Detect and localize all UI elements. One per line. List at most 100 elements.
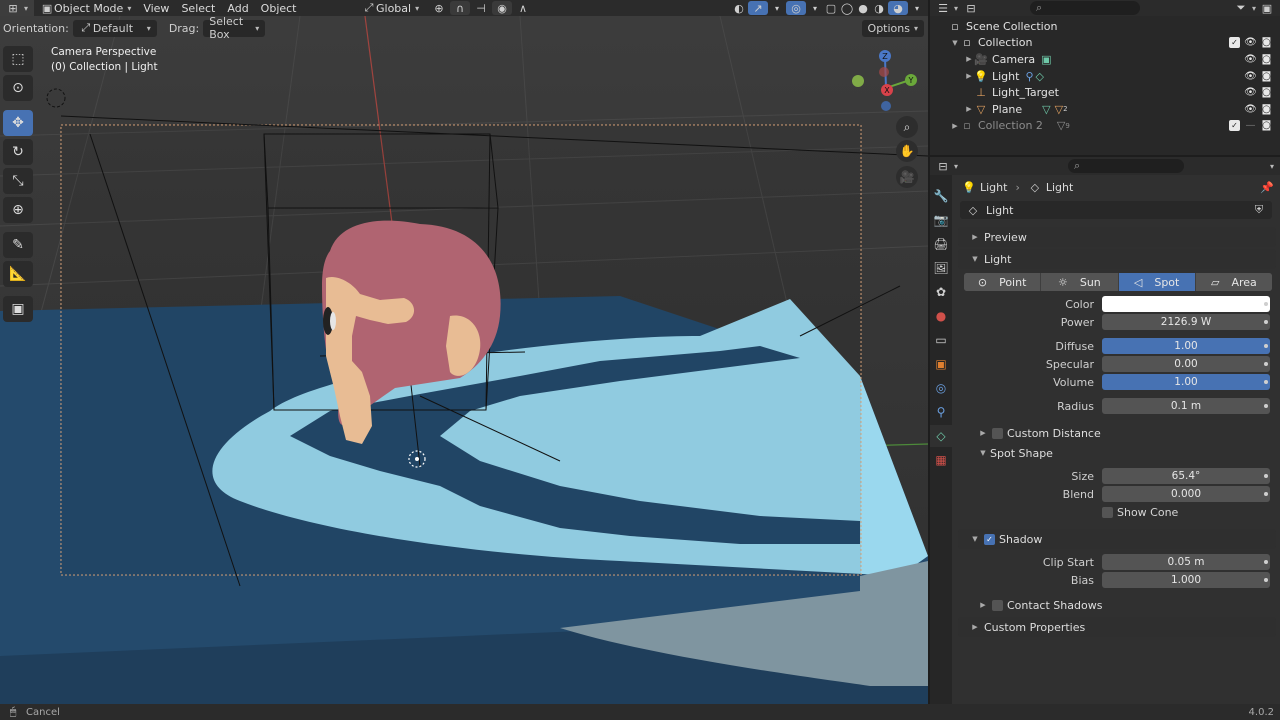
keyframe-dot-icon[interactable] [1264,344,1268,348]
menu-add[interactable]: Add [221,0,254,16]
outliner-search-input[interactable]: ⌕ [1030,1,1141,15]
expand-triangle-icon[interactable]: ▶ [950,122,960,130]
panel-custom-properties[interactable]: ▶ Custom Properties [958,617,1276,637]
transform-tool[interactable]: ⊕ [3,197,33,223]
show-cone-checkbox[interactable] [1102,506,1113,518]
scale-tool[interactable]: ⤡ [3,168,33,194]
panel-shadow[interactable]: ▼ ✓ Shadow [958,529,1276,549]
add-cube-tool[interactable]: ▣ [3,296,33,322]
keyframe-dot-icon[interactable] [1264,492,1268,496]
wireframe-shading-icon[interactable]: ◯ [840,1,854,15]
render-camera-icon[interactable]: ◙ [1261,87,1272,98]
keyframe-dot-icon[interactable] [1264,302,1268,306]
chevron-down-icon[interactable]: ▾ [1252,4,1256,13]
editor-type-button[interactable]: ⊞ ▾ [0,0,35,16]
contact-shadows-checkbox[interactable] [992,599,1003,611]
keyframe-dot-icon[interactable] [1264,404,1268,408]
light-type-sun[interactable]: ☼ Sun [1041,273,1119,291]
select-box-tool[interactable]: ⬚ [3,46,33,72]
options-dropdown[interactable]: Options ▾ [861,19,924,37]
outliner-row-scene-collection[interactable]: ▫ Scene Collection [930,18,1280,35]
eye-icon[interactable]: 👁 [1244,104,1257,115]
subpanel-contact-shadows[interactable]: ▶ Contact Shadows [954,595,1280,615]
chevron-down-icon[interactable]: ▾ [954,4,958,13]
eye-hidden-icon[interactable]: — [1245,120,1256,131]
properties-search-input[interactable]: ⌕ [1068,159,1185,173]
expand-triangle-icon[interactable]: ▶ [964,55,974,63]
outliner-row-collection-2[interactable]: ▶ ▫ Collection 2 ▽ 9 ✓ — ◙ [930,118,1280,135]
render-camera-icon[interactable]: ◙ [1261,71,1272,82]
cursor-tool[interactable]: ⊙ [3,75,33,101]
move-tool[interactable]: ✥ [3,110,33,136]
zoom-button[interactable]: ⌕ [896,116,918,138]
display-mode-icon[interactable]: ⊟ [964,1,978,15]
menu-view[interactable]: View [137,0,175,16]
color-swatch[interactable] [1102,296,1270,312]
collection-enable-checkbox[interactable]: ✓ [1229,37,1240,49]
eye-icon[interactable]: 👁 [1244,71,1257,82]
keyframe-dot-icon[interactable] [1264,560,1268,564]
properties-editor-icon[interactable]: ⊟ [936,159,950,173]
rendered-shading-toggle[interactable]: ◕ [888,1,908,15]
chevron-down-icon[interactable]: ▾ [770,1,784,15]
eye-icon[interactable]: 👁 [1244,37,1257,48]
radius-field[interactable]: 0.1 m [1102,398,1270,414]
mode-dropdown[interactable]: ▣ Object Mode ▾ [34,0,137,16]
3d-viewport[interactable]: Camera Perspective (0) Collection | Ligh… [0,16,928,704]
tab-physics[interactable]: ◎ [930,377,952,399]
keyframe-dot-icon[interactable] [1264,578,1268,582]
specular-slider[interactable]: 0.00 [1102,356,1270,372]
annotate-tool[interactable]: ✎ [3,232,33,258]
volume-slider[interactable]: 1.00 [1102,374,1270,390]
tab-scene[interactable]: ✿ [930,281,952,303]
render-camera-icon[interactable]: ◙ [1261,37,1272,48]
measure-tool[interactable]: 📐 [3,261,33,287]
orientation-dropdown[interactable]: ⤢ Default ▾ [72,19,157,37]
outliner-row-light-target[interactable]: ⊥ Light_Target 👁 ◙ [930,84,1280,101]
keyframe-dot-icon[interactable] [1264,380,1268,384]
menu-object[interactable]: Object [255,0,303,16]
eye-icon[interactable]: 👁 [1244,54,1257,65]
subpanel-custom-distance[interactable]: ▶ Custom Distance [954,423,1280,443]
bias-field[interactable]: 1.000 [1102,572,1270,588]
render-camera-icon[interactable]: ◙ [1261,104,1272,115]
blend-field[interactable]: 0.000 [1102,486,1270,502]
tab-world[interactable]: ● [930,305,952,327]
tab-collection[interactable]: ▭ [930,329,952,351]
overlay-toggle[interactable]: ◎ [786,1,806,15]
visibility-icon[interactable]: ◐ [732,1,746,15]
pan-button[interactable]: ✋ [896,140,918,162]
outliner-row-camera[interactable]: ▶ 🎥 Camera ▣ 👁 ◙ [930,51,1280,68]
light-type-point[interactable]: ⊙ Point [964,273,1042,291]
render-camera-icon[interactable]: ◙ [1261,120,1272,131]
tab-constraints[interactable]: ⚲ [930,401,952,423]
keyframe-dot-icon[interactable] [1264,474,1268,478]
render-camera-icon[interactable]: ◙ [1261,54,1272,65]
gizmo-toggle[interactable]: ↗ [748,1,768,15]
chevron-down-icon[interactable]: ▾ [1270,162,1274,171]
drag-dropdown[interactable]: Select Box ▾ [203,15,266,41]
panel-light[interactable]: ▼ Light [958,249,1276,269]
falloff-icon[interactable]: ∧ [516,1,530,15]
tab-render[interactable]: 📷 [930,209,952,231]
pin-icon[interactable]: 📌 [1260,180,1274,194]
outliner-row-collection[interactable]: ▼ ▫ Collection ✓ 👁 ◙ [930,35,1280,52]
xray-icon[interactable]: ▢ [824,1,838,15]
filter-icon[interactable]: ⏷ [1234,1,1248,15]
size-field[interactable]: 65.4° [1102,468,1270,484]
light-type-area[interactable]: ▱ Area [1195,273,1272,291]
tab-view-layer[interactable]: 🖼 [930,257,952,279]
custom-distance-checkbox[interactable] [992,427,1003,439]
expand-triangle-icon[interactable]: ▶ [964,72,974,80]
tab-output[interactable]: 🖨 [930,233,952,255]
outliner-editor-icon[interactable]: ☰ [936,1,950,15]
pivot-icon[interactable]: ⊕ [432,1,446,15]
tab-object[interactable]: ▣ [930,353,952,375]
light-type-spot[interactable]: ◁ Spot [1118,273,1196,291]
eye-icon[interactable]: 👁 [1244,87,1257,98]
snap-target-icon[interactable]: ⊣ [474,1,488,15]
diffuse-slider[interactable]: 1.00 [1102,338,1270,354]
snap-toggle[interactable]: ∩ [450,1,470,15]
subpanel-spot-shape[interactable]: ▼ Spot Shape [954,443,1280,463]
keyframe-dot-icon[interactable] [1264,320,1268,324]
